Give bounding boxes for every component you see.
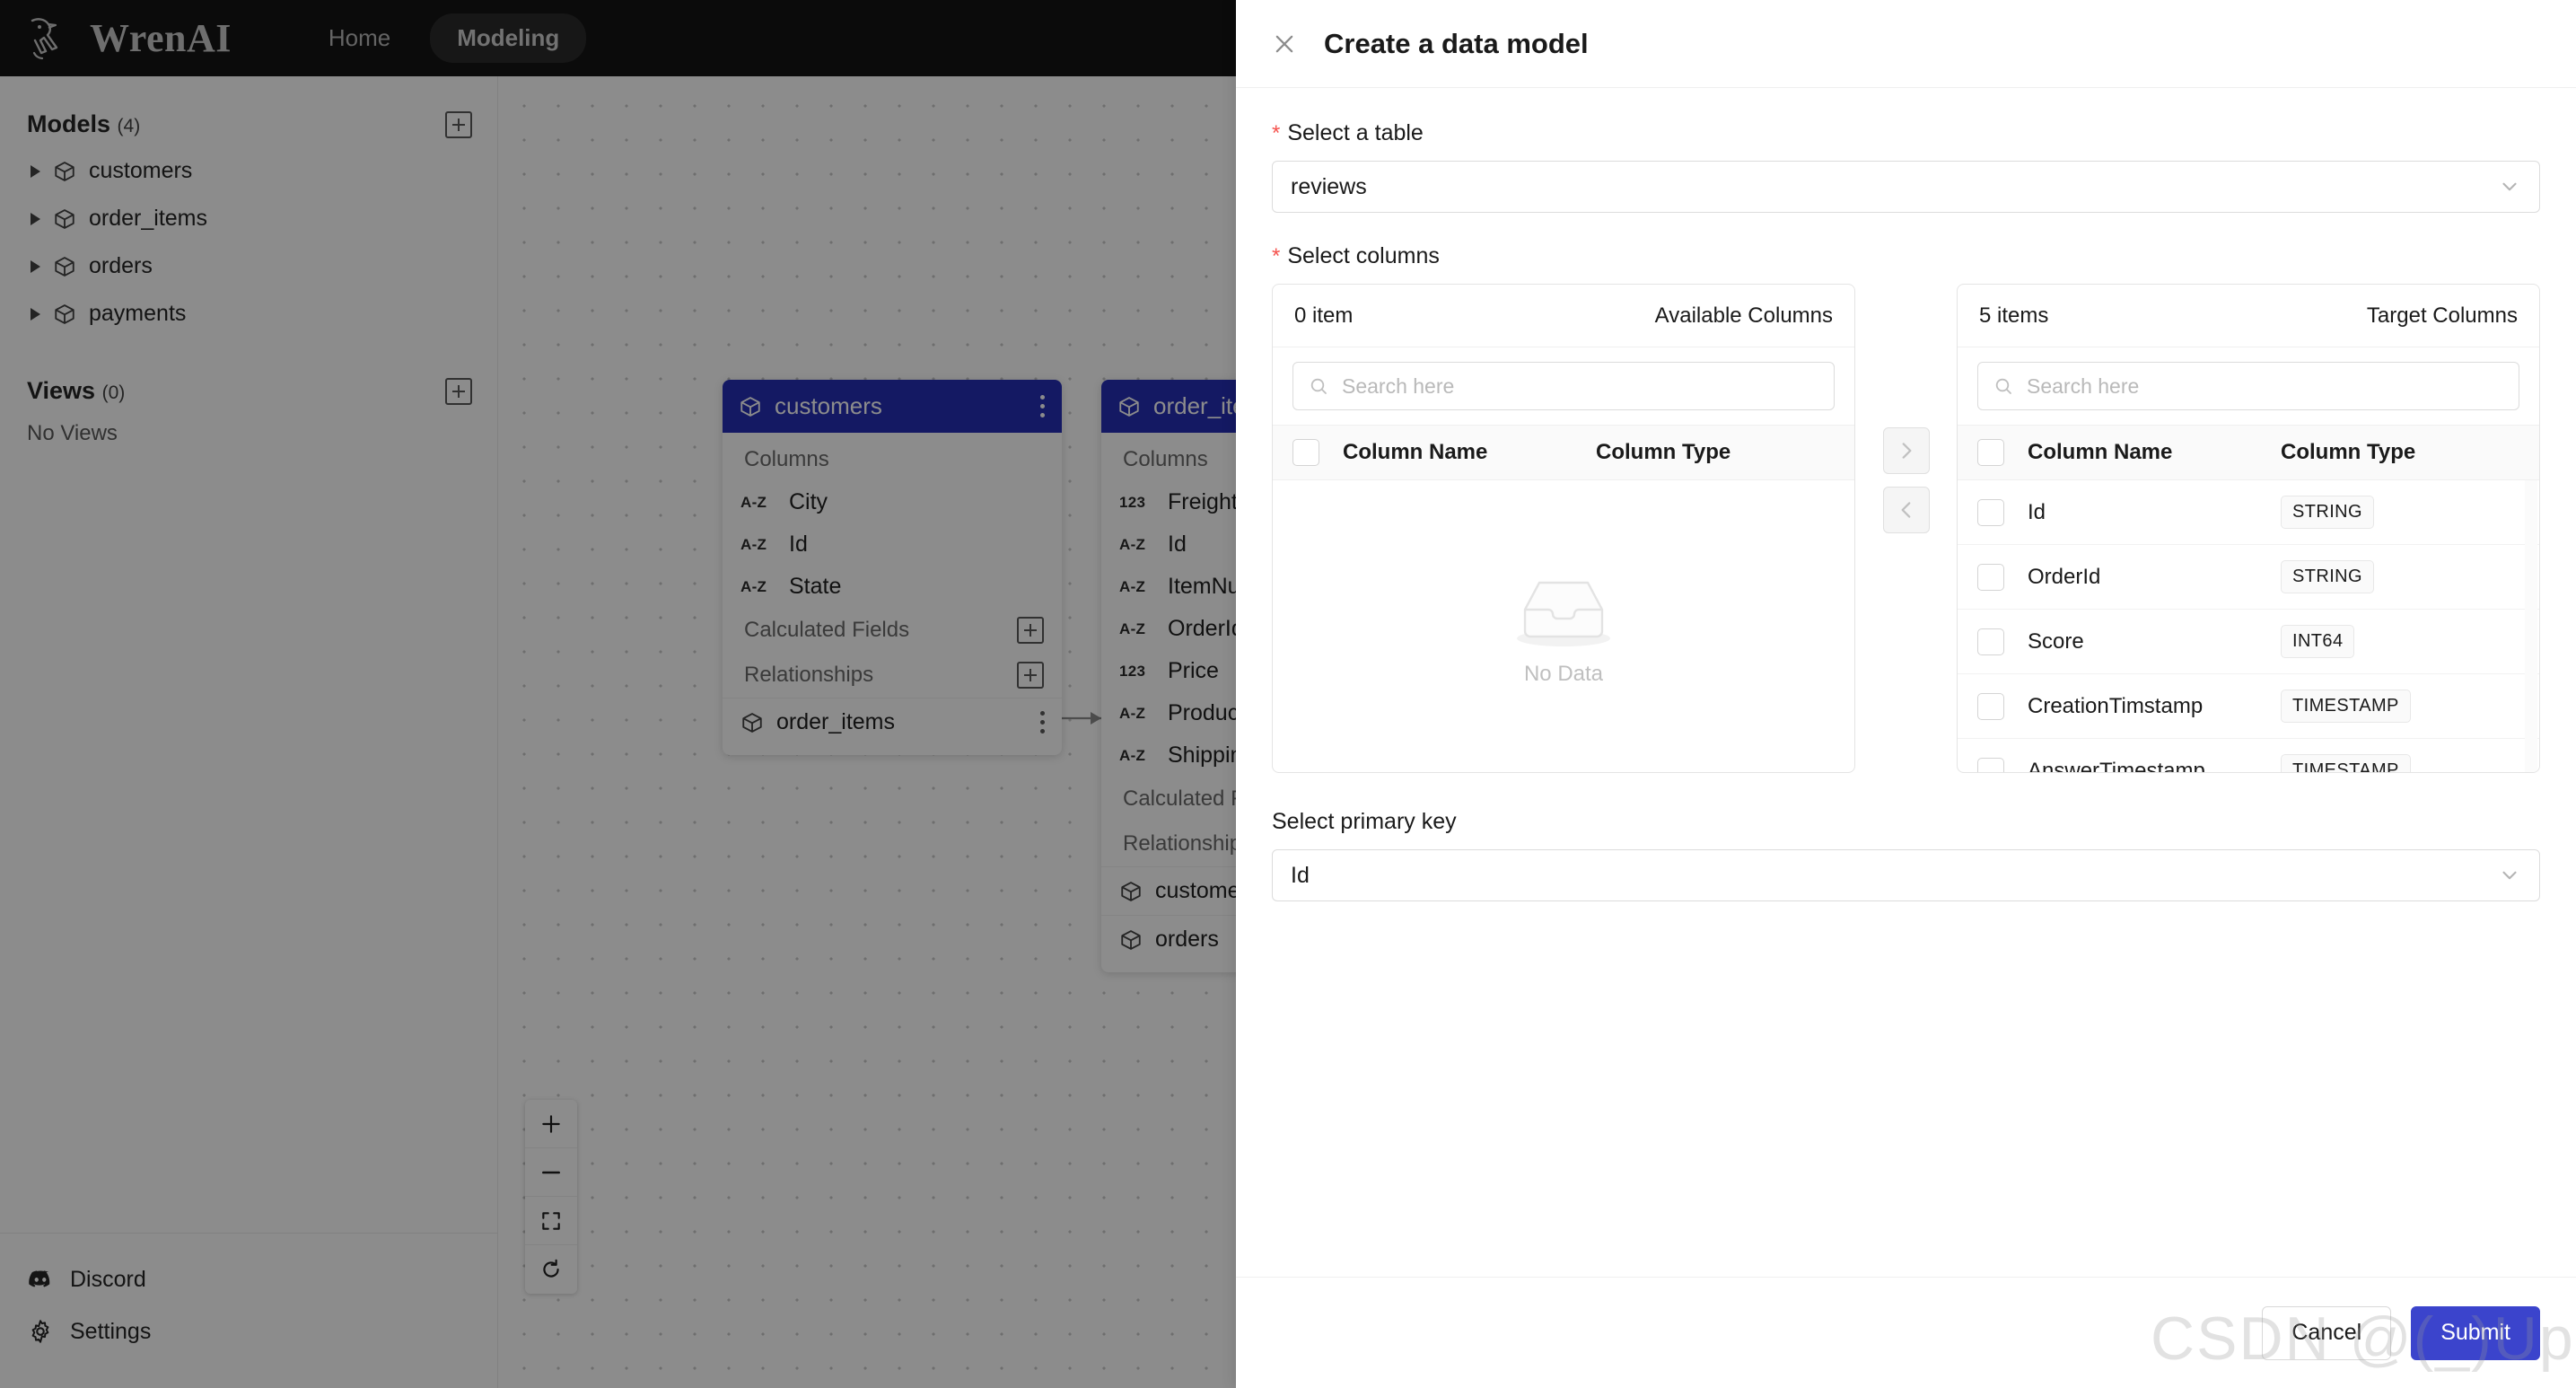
target-select-all-checkbox[interactable] [1977,439,2004,466]
primary-key-value: Id [1291,862,1310,888]
table-row[interactable]: OrderId STRING [1958,545,2539,610]
submit-button[interactable]: Submit [2411,1305,2540,1360]
target-table-header: Column Name Column Type [1958,425,2539,480]
table-row[interactable]: CreationTimstamp TIMESTAMP [1958,674,2539,739]
drawer-body: * Select a table reviews * Select column… [1236,88,2576,1277]
row-column-name: AnswerTimestamp [2028,758,2205,773]
target-panel-header: 5 items Target Columns [1958,285,2539,347]
chevron-down-icon [2502,871,2517,880]
row-checkbox[interactable] [1977,628,2004,655]
row-checkbox[interactable] [1977,563,2004,591]
row-column-name: Score [2028,628,2084,654]
primary-key-dropdown[interactable]: Id [1272,849,2540,901]
move-to-target-button[interactable] [1882,427,1930,474]
target-table-body[interactable]: Id STRING OrderId STRING Score INT64 Cre… [1958,480,2539,772]
create-data-model-drawer: Create a data model * Select a table rev… [1236,0,2576,1388]
row-checkbox[interactable] [1977,692,2004,720]
select-table-value: reviews [1291,173,1367,199]
available-title: Available Columns [1654,303,1833,328]
target-scrollbar[interactable] [2525,480,2537,772]
available-empty-text: No Data [1523,661,1604,686]
drawer-footer: Cancel Submit [1236,1277,2576,1388]
available-columns-panel: 0 item Available Columns Search here Col… [1272,284,1855,773]
target-header-type: Column Type [2281,440,2416,464]
chevron-right-icon [1902,443,1911,459]
required-asterisk: * [1272,244,1281,268]
target-search-wrap: Search here [1958,347,2539,425]
primary-key-label-text: Select primary key [1272,809,1457,834]
available-table-header: Column Name Column Type [1273,425,1854,480]
required-asterisk: * [1272,121,1281,145]
select-table-dropdown[interactable]: reviews [1272,161,2540,213]
close-icon[interactable] [1272,31,1297,57]
target-search-placeholder: Search here [2027,373,2140,398]
move-to-available-button[interactable] [1882,487,1930,533]
transfer-buttons [1855,284,1957,533]
row-column-type: TIMESTAMP [2281,754,2411,772]
available-empty-state: No Data [1273,480,1854,772]
drawer-title: Create a data model [1324,27,1589,59]
column-transfer: 0 item Available Columns Search here Col… [1272,284,2540,773]
modal-overlay[interactable] [0,0,1236,1388]
select-columns-label-text: Select columns [1287,243,1440,268]
chevron-left-icon [1901,502,1910,518]
available-header-name: Column Name [1343,440,1488,464]
primary-key-section: Select primary key Id [1272,809,2540,901]
row-column-type: STRING [2281,496,2374,529]
available-panel-header: 0 item Available Columns [1273,285,1854,347]
available-search-placeholder: Search here [1342,373,1455,398]
select-table-label: * Select a table [1272,120,2540,146]
row-column-name: Id [2028,499,2046,524]
search-icon [1995,378,2011,394]
available-select-all-checkbox[interactable] [1292,439,1319,466]
target-columns-panel: 5 items Target Columns Search here Colum… [1957,284,2540,773]
row-column-name: CreationTimstamp [2028,693,2204,718]
target-count: 5 items [1979,303,2049,328]
available-header-type: Column Type [1596,440,1731,464]
available-table-body: No Data [1273,480,1854,772]
table-row[interactable]: Score INT64 [1958,610,2539,674]
available-count: 0 item [1294,303,1354,328]
empty-inbox-icon [1517,581,1610,646]
table-row[interactable]: AnswerTimestamp TIMESTAMP [1958,739,2539,772]
select-table-label-text: Select a table [1287,120,1424,145]
search-icon [1310,378,1327,394]
target-title: Target Columns [2366,303,2518,328]
row-checkbox[interactable] [1977,498,2004,526]
row-column-type: TIMESTAMP [2281,690,2411,723]
cancel-button[interactable]: Cancel [2262,1305,2392,1360]
table-row[interactable]: Id STRING [1958,480,2539,545]
row-column-type: INT64 [2281,625,2355,658]
target-header-name: Column Name [2028,440,2173,464]
row-column-name: OrderId [2028,564,2101,589]
row-column-type: STRING [2281,560,2374,593]
drawer-header: Create a data model [1236,0,2576,88]
app-root: WrenAI Home Modeling Models (4) customer… [0,0,2576,1388]
chevron-down-icon [2502,182,2517,191]
target-search-input[interactable]: Search here [1977,362,2519,410]
available-search-wrap: Search here [1273,347,1854,425]
row-checkbox[interactable] [1977,757,2004,772]
available-search-input[interactable]: Search here [1292,362,1835,410]
select-columns-label: * Select columns [1272,243,2540,269]
primary-key-label: Select primary key [1272,809,2540,835]
